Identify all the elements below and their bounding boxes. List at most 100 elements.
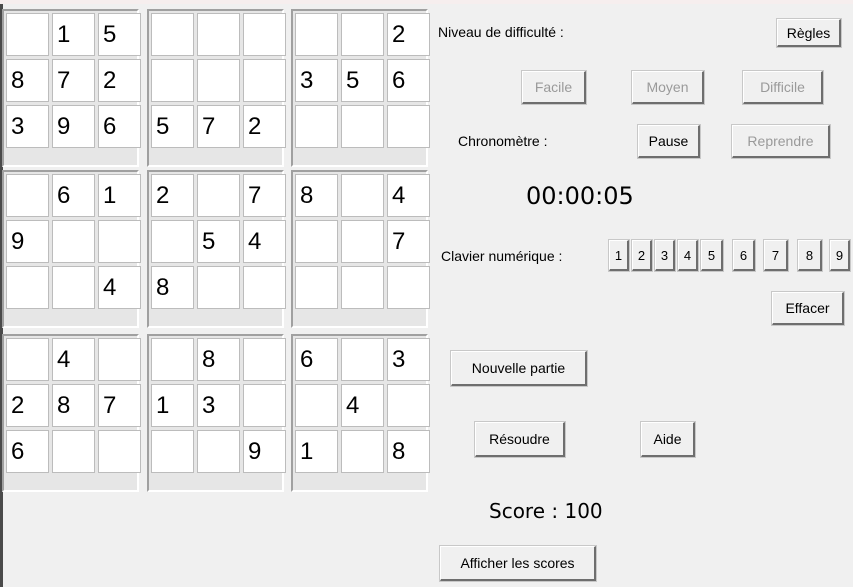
sudoku-cell-r3-c5[interactable]: 7: [197, 105, 240, 148]
sudoku-cell-r9-c3[interactable]: [98, 430, 141, 473]
sudoku-cell-r1-c9[interactable]: 2: [387, 13, 430, 56]
sudoku-cell-r9-c4[interactable]: [151, 430, 194, 473]
sudoku-cell-r4-c3[interactable]: 1: [98, 174, 141, 217]
keypad-button-5[interactable]: 5: [700, 239, 724, 272]
sudoku-cell-r2-c6[interactable]: [243, 59, 286, 102]
sudoku-cell-r8-c8[interactable]: 4: [341, 384, 384, 427]
sudoku-cell-r3-c8[interactable]: [341, 105, 384, 148]
sudoku-cell-r5-c6[interactable]: 4: [243, 220, 286, 263]
sudoku-cell-r7-c5[interactable]: 8: [197, 338, 240, 381]
sudoku-cell-r7-c1[interactable]: [6, 338, 49, 381]
sudoku-cell-r2-c5[interactable]: [197, 59, 240, 102]
sudoku-cell-r1-c1[interactable]: [6, 13, 49, 56]
solve-button[interactable]: Résoudre: [474, 421, 566, 458]
sudoku-cell-r3-c6[interactable]: 2: [243, 105, 286, 148]
sudoku-cell-r6-c9[interactable]: [387, 266, 430, 309]
sudoku-cell-r7-c8[interactable]: [341, 338, 384, 381]
sudoku-cell-r2-c1[interactable]: 8: [6, 59, 49, 102]
sudoku-cell-r8-c6[interactable]: [243, 384, 286, 427]
new-game-button[interactable]: Nouvelle partie: [450, 350, 588, 387]
sudoku-cell-r5-c3[interactable]: [98, 220, 141, 263]
sudoku-cell-r2-c4[interactable]: [151, 59, 194, 102]
keypad-button-9[interactable]: 9: [829, 239, 851, 272]
help-button[interactable]: Aide: [640, 421, 696, 458]
sudoku-cell-r4-c4[interactable]: 2: [151, 174, 194, 217]
show-scores-button[interactable]: Afficher les scores: [439, 545, 597, 582]
sudoku-cell-r1-c3[interactable]: 5: [98, 13, 141, 56]
sudoku-cell-r2-c8[interactable]: 5: [341, 59, 384, 102]
sudoku-cell-r9-c2[interactable]: [52, 430, 95, 473]
sudoku-cell-r4-c1[interactable]: [6, 174, 49, 217]
sudoku-cell-r1-c5[interactable]: [197, 13, 240, 56]
sudoku-cell-r5-c7[interactable]: [295, 220, 338, 263]
sudoku-cell-r5-c9[interactable]: 7: [387, 220, 430, 263]
sudoku-cell-r3-c3[interactable]: 6: [98, 105, 141, 148]
sudoku-cell-r8-c3[interactable]: 7: [98, 384, 141, 427]
pause-button[interactable]: Pause: [637, 124, 701, 159]
keypad-button-7[interactable]: 7: [763, 239, 789, 272]
keypad-button-6[interactable]: 6: [732, 239, 756, 272]
sudoku-cell-r3-c2[interactable]: 9: [52, 105, 95, 148]
sudoku-cell-r4-c2[interactable]: 6: [52, 174, 95, 217]
sudoku-cell-r2-c3[interactable]: 2: [98, 59, 141, 102]
sudoku-cell-r5-c5[interactable]: 5: [197, 220, 240, 263]
sudoku-cell-r6-c6[interactable]: [243, 266, 286, 309]
sudoku-cell-r6-c5[interactable]: [197, 266, 240, 309]
erase-button[interactable]: Effacer: [771, 291, 845, 326]
sudoku-cell-r9-c8[interactable]: [341, 430, 384, 473]
sudoku-cell-r7-c2[interactable]: 4: [52, 338, 95, 381]
resume-button[interactable]: Reprendre: [731, 124, 831, 159]
sudoku-cell-r8-c4[interactable]: 1: [151, 384, 194, 427]
sudoku-cell-r9-c5[interactable]: [197, 430, 240, 473]
sudoku-cell-r6-c1[interactable]: [6, 266, 49, 309]
sudoku-cell-r1-c7[interactable]: [295, 13, 338, 56]
sudoku-cell-r4-c8[interactable]: [341, 174, 384, 217]
sudoku-cell-r9-c9[interactable]: 8: [387, 430, 430, 473]
sudoku-cell-r1-c6[interactable]: [243, 13, 286, 56]
sudoku-cell-r4-c6[interactable]: 7: [243, 174, 286, 217]
sudoku-cell-r6-c4[interactable]: 8: [151, 266, 194, 309]
sudoku-cell-r6-c3[interactable]: 4: [98, 266, 141, 309]
sudoku-cell-r8-c7[interactable]: [295, 384, 338, 427]
sudoku-cell-r7-c7[interactable]: 6: [295, 338, 338, 381]
sudoku-cell-r7-c4[interactable]: [151, 338, 194, 381]
sudoku-cell-r3-c9[interactable]: [387, 105, 430, 148]
sudoku-cell-r9-c6[interactable]: 9: [243, 430, 286, 473]
sudoku-cell-r1-c8[interactable]: [341, 13, 384, 56]
sudoku-cell-r9-c7[interactable]: 1: [295, 430, 338, 473]
sudoku-cell-r3-c4[interactable]: 5: [151, 105, 194, 148]
difficulty-hard-button[interactable]: Difficile: [742, 70, 824, 105]
sudoku-cell-r5-c4[interactable]: [151, 220, 194, 263]
keypad-button-2[interactable]: 2: [631, 239, 653, 272]
sudoku-cell-r1-c4[interactable]: [151, 13, 194, 56]
sudoku-cell-r6-c7[interactable]: [295, 266, 338, 309]
sudoku-cell-r2-c2[interactable]: 7: [52, 59, 95, 102]
sudoku-cell-r5-c2[interactable]: [52, 220, 95, 263]
rules-button[interactable]: Règles: [776, 18, 842, 48]
keypad-button-4[interactable]: 4: [677, 239, 699, 272]
sudoku-cell-r5-c8[interactable]: [341, 220, 384, 263]
sudoku-cell-r4-c5[interactable]: [197, 174, 240, 217]
difficulty-medium-button[interactable]: Moyen: [631, 70, 705, 105]
sudoku-cell-r1-c2[interactable]: 1: [52, 13, 95, 56]
sudoku-cell-r8-c5[interactable]: 3: [197, 384, 240, 427]
sudoku-cell-r8-c9[interactable]: [387, 384, 430, 427]
sudoku-cell-r3-c1[interactable]: 3: [6, 105, 49, 148]
keypad-button-3[interactable]: 3: [654, 239, 676, 272]
difficulty-easy-button[interactable]: Facile: [521, 70, 587, 105]
sudoku-cell-r6-c2[interactable]: [52, 266, 95, 309]
sudoku-cell-r8-c2[interactable]: 8: [52, 384, 95, 427]
sudoku-cell-r6-c8[interactable]: [341, 266, 384, 309]
sudoku-cell-r7-c6[interactable]: [243, 338, 286, 381]
keypad-button-8[interactable]: 8: [797, 239, 823, 272]
sudoku-cell-r7-c9[interactable]: 3: [387, 338, 430, 381]
sudoku-cell-r5-c1[interactable]: 9: [6, 220, 49, 263]
sudoku-cell-r2-c7[interactable]: 3: [295, 59, 338, 102]
sudoku-cell-r8-c1[interactable]: 2: [6, 384, 49, 427]
sudoku-cell-r4-c9[interactable]: 4: [387, 174, 430, 217]
sudoku-cell-r2-c9[interactable]: 6: [387, 59, 430, 102]
sudoku-cell-r4-c7[interactable]: 8: [295, 174, 338, 217]
sudoku-cell-r9-c1[interactable]: 6: [6, 430, 49, 473]
keypad-button-1[interactable]: 1: [608, 239, 630, 272]
sudoku-cell-r7-c3[interactable]: [98, 338, 141, 381]
